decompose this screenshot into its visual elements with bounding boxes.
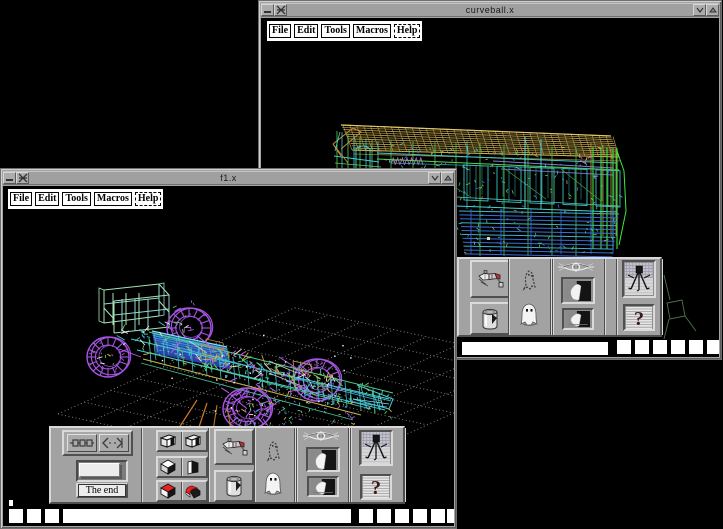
- svg-text:?: ?: [371, 477, 381, 498]
- svg-text:?: ?: [634, 308, 644, 329]
